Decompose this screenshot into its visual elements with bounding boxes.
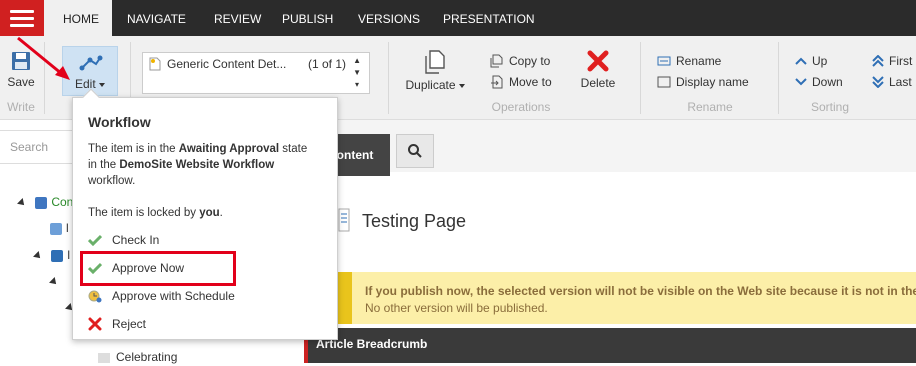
workflow-lock-text: The item is locked by you.: [88, 207, 223, 219]
tab-review[interactable]: REVIEW: [214, 0, 261, 36]
warning-subtext: No other version will be published.: [365, 301, 548, 315]
page-icon: [98, 352, 110, 363]
duplicate-label: Duplicate: [402, 78, 468, 92]
rename-button[interactable]: Rename: [657, 52, 721, 70]
item-selector-text: Generic Content Det...: [167, 57, 287, 71]
divider: [778, 42, 779, 114]
rename-label: Rename: [676, 54, 722, 68]
check-in-item[interactable]: Check In: [88, 230, 159, 250]
tab-navigate[interactable]: NAVIGATE: [127, 0, 186, 36]
workflow-state-text: The item is in the Awaiting Approval sta…: [88, 143, 308, 187]
move-to-button[interactable]: Move to: [490, 73, 552, 91]
warning-bar: [334, 272, 916, 324]
page-icon: [338, 208, 350, 232]
delete-icon: [587, 50, 609, 72]
display-name-icon: [657, 76, 671, 88]
content-tree-icon: [35, 196, 48, 209]
delete-button[interactable]: Delete: [578, 50, 618, 90]
tree-item[interactable]: Con: [17, 193, 73, 211]
divider: [388, 42, 389, 114]
reject-item[interactable]: Reject: [88, 314, 146, 334]
tree-item[interactable]: l: [50, 219, 69, 237]
divider: [640, 42, 641, 114]
annotation-arrow: [17, 36, 70, 80]
top-tab-bar: HOME NAVIGATE REVIEW PUBLISH VERSIONS PR…: [0, 0, 916, 36]
tree-item[interactable]: Celebrating: [98, 348, 177, 366]
expand-icon[interactable]: [33, 251, 43, 261]
up-label: Up: [812, 54, 828, 68]
item-selector-count: (1 of 1): [308, 57, 347, 71]
duplicate-button[interactable]: Duplicate: [402, 50, 468, 92]
write-group-label: Write: [7, 100, 35, 114]
delete-label: Delete: [580, 76, 616, 90]
last-icon: [872, 76, 884, 88]
display-name-button[interactable]: Display name: [657, 73, 749, 91]
search-tab[interactable]: [396, 134, 434, 168]
tree-item[interactable]: l: [33, 246, 70, 264]
schedule-icon: [88, 290, 102, 303]
rename-icon: [657, 56, 671, 66]
item-selector[interactable]: Generic Content Det... (1 of 1) ▲ ▼ ▾: [142, 52, 370, 94]
approve-with-schedule-item[interactable]: Approve with Schedule: [88, 286, 235, 306]
expand-icon[interactable]: [17, 198, 27, 208]
tab-versions[interactable]: VERSIONS: [358, 0, 420, 36]
move-to-label: Move to: [509, 75, 552, 89]
last-label: Last: [889, 75, 912, 89]
up-button[interactable]: Up: [795, 52, 827, 70]
down-button[interactable]: Down: [795, 73, 843, 91]
copy-to-label: Copy to: [509, 54, 551, 68]
sorting-group-label: Sorting: [810, 100, 850, 114]
item-selector-arrows[interactable]: ▲ ▼ ▾: [353, 55, 361, 91]
last-button[interactable]: Last: [872, 73, 912, 91]
rename-group-label: Rename: [687, 100, 733, 114]
tab-presentation[interactable]: PRESENTATION: [443, 0, 535, 36]
workflow-title: Workflow: [88, 114, 151, 130]
copy-to-button[interactable]: Copy to: [490, 52, 550, 70]
document-icon: [149, 57, 161, 71]
warning-text: If you publish now, the selected version…: [365, 284, 916, 298]
search-icon: [408, 144, 422, 158]
content-tabstrip: [300, 120, 916, 172]
down-arrow-icon: [795, 78, 807, 86]
annotation-highlight-box: [80, 251, 236, 286]
move-icon: [491, 75, 503, 89]
home-icon: [50, 222, 62, 235]
up-arrow-icon: [795, 57, 807, 65]
page-title: Testing Page: [362, 211, 467, 231]
check-icon: [88, 234, 102, 246]
site-icon: [51, 249, 64, 262]
operations-group-label: Operations: [491, 100, 551, 114]
duplicate-icon: [425, 50, 445, 74]
reject-icon: [88, 317, 102, 331]
down-label: Down: [812, 75, 843, 89]
first-label: First: [889, 54, 913, 68]
first-icon: [872, 55, 884, 67]
tab-publish[interactable]: PUBLISH: [282, 0, 333, 36]
tree-expander[interactable]: [49, 272, 59, 290]
display-name-label: Display name: [676, 75, 749, 89]
first-button[interactable]: First: [872, 52, 912, 70]
copy-icon: [490, 54, 503, 68]
